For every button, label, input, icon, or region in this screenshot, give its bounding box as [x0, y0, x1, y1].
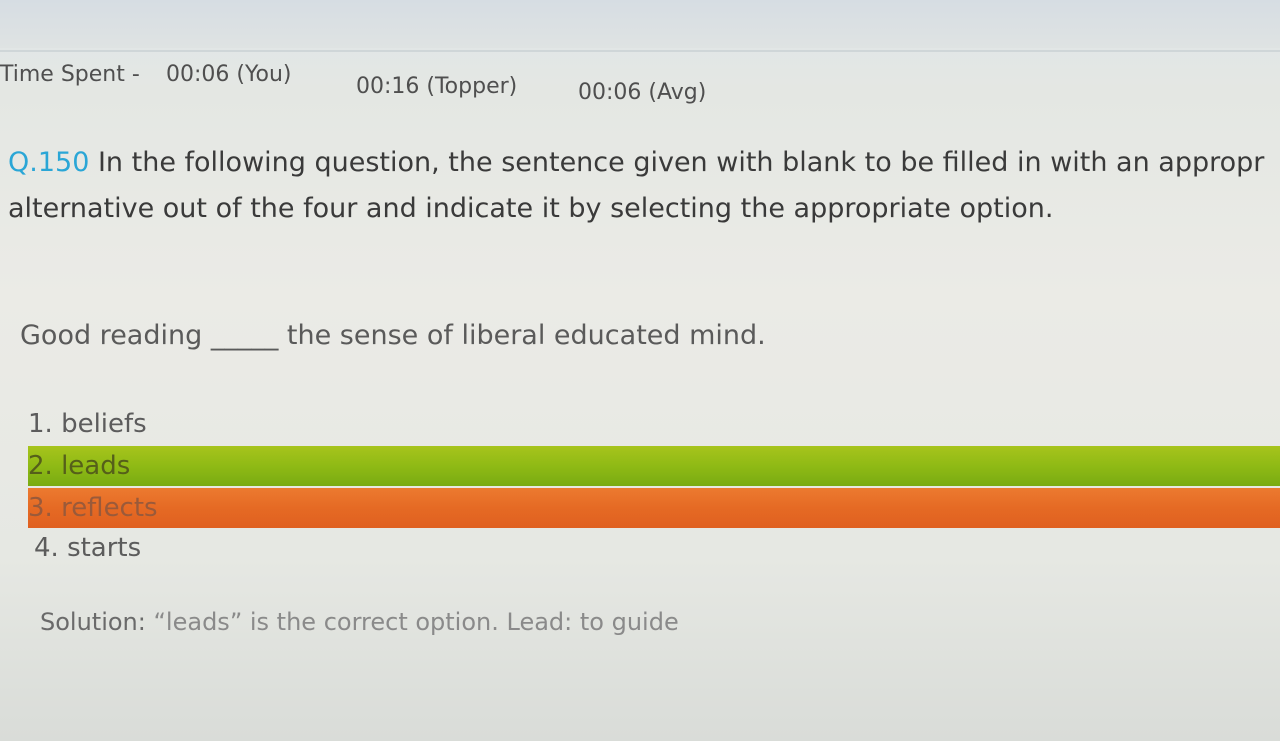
question-line-1-text: In the following question, the sentence …	[97, 147, 1265, 178]
question-line-1: Q.150 In the following question, the sen…	[8, 140, 1280, 186]
solution-text: Solution: “leads” is the correct option.…	[40, 608, 679, 636]
option-4[interactable]: 4. starts	[34, 528, 1280, 568]
option-4-label: 4. starts	[34, 533, 142, 563]
solution-label: Solution:	[40, 608, 146, 636]
option-3-label: 3. reflects	[28, 493, 158, 523]
option-3-wrong[interactable]: 3. reflects	[28, 488, 1280, 528]
option-1-label: 1. beliefs	[28, 409, 147, 439]
option-2-correct[interactable]: 2. leads	[28, 446, 1280, 486]
top-browser-strip	[0, 0, 1280, 48]
question-text: Q.150 In the following question, the sen…	[8, 140, 1280, 232]
time-topper: 00:16 (Topper)	[356, 74, 518, 99]
solution-body: “leads” is the correct option. Lead: to …	[153, 608, 679, 636]
time-spent-label: Time Spent -	[0, 62, 140, 87]
question-sentence: Good reading _____ the sense of liberal …	[20, 320, 766, 351]
option-2-label: 2. leads	[28, 451, 131, 481]
option-1[interactable]: 1. beliefs	[28, 404, 1280, 444]
question-line-2: alternative out of the four and indicate…	[8, 193, 1054, 224]
time-you: 00:06 (You)	[166, 62, 292, 87]
time-spent-row: Time Spent - 00:06 (You) 00:16 (Topper) …	[0, 62, 1280, 105]
question-number: Q.150	[8, 147, 90, 178]
time-avg: 00:06 (Avg)	[578, 80, 707, 105]
top-divider	[0, 50, 1280, 52]
